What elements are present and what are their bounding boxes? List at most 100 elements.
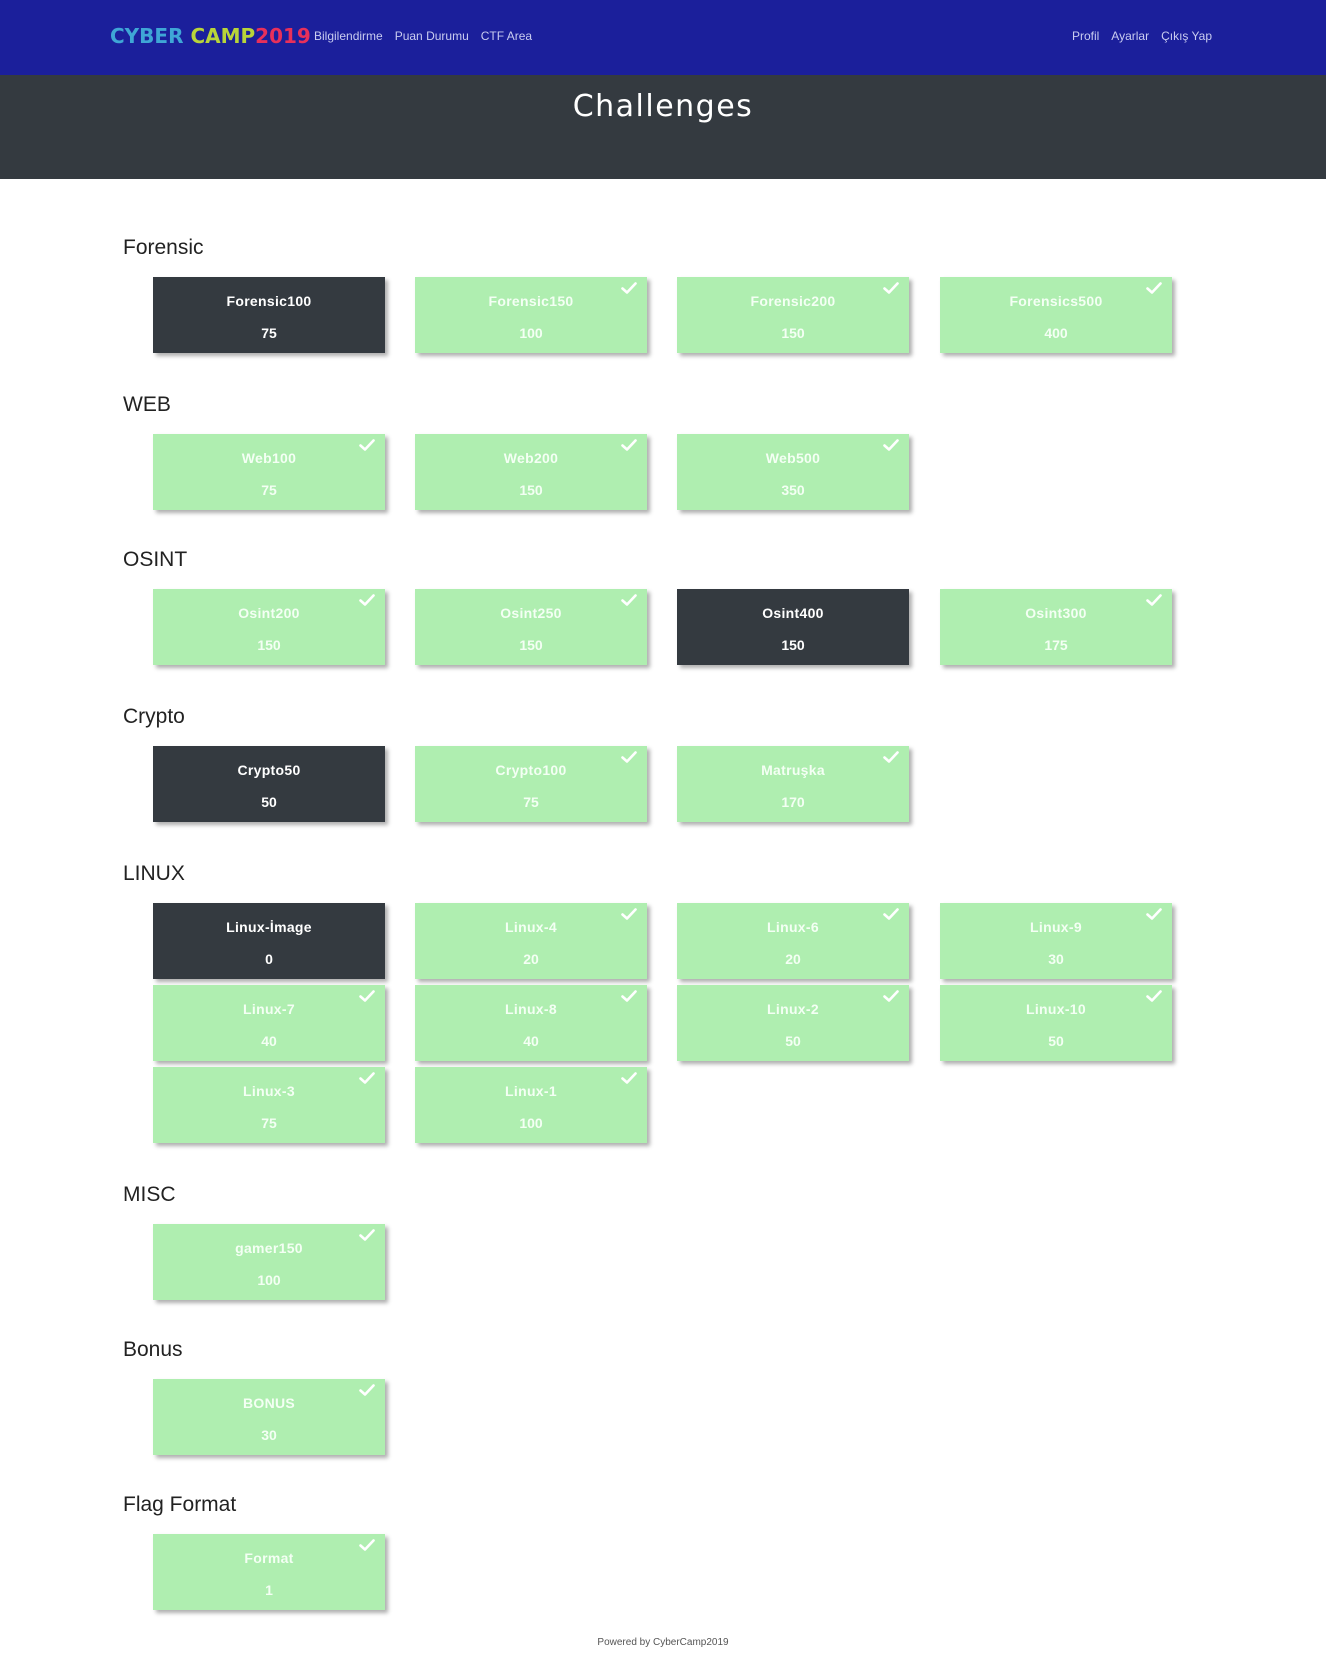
challenge-tile-linux-6[interactable]: Linux-6 20 <box>677 903 909 979</box>
challenge-name: Linux-3 <box>243 1083 295 1099</box>
check-icon <box>621 282 637 294</box>
check-icon <box>883 751 899 763</box>
challenge-tile-linux-8[interactable]: Linux-8 40 <box>415 985 647 1061</box>
check-icon <box>359 1229 375 1241</box>
challenge-name: Web100 <box>241 450 297 466</box>
challenge-name: gamer150 <box>235 1240 303 1256</box>
challenge-points: 150 <box>519 482 543 498</box>
challenge-points: 150 <box>781 325 805 341</box>
challenge-name: Osint200 <box>238 605 300 621</box>
category-title: Forensic <box>123 236 204 259</box>
nav-link-profil[interactable]: Profil <box>1072 29 1099 43</box>
challenge-points: 100 <box>257 1272 281 1288</box>
nav-link-bilgilendirme[interactable]: Bilgilendirme <box>314 29 383 43</box>
category-title: MISC <box>123 1183 176 1206</box>
challenge-points: 175 <box>1044 637 1068 653</box>
challenge-tile-matrus-ka[interactable]: Matruşka 170 <box>677 746 909 822</box>
challenge-points: 50 <box>1048 1033 1064 1049</box>
check-icon <box>621 908 637 920</box>
challenge-name: Linux-4 <box>505 919 557 935</box>
check-icon <box>359 990 375 1002</box>
challenge-tile-linux-2[interactable]: Linux-2 50 <box>677 985 909 1061</box>
nav-link-logout[interactable]: Çıkış Yap <box>1161 29 1212 43</box>
challenge-name: Forensics500 <box>1009 293 1103 309</box>
challenge-tile-bonus[interactable]: BONUS 30 <box>153 1379 385 1455</box>
challenge-tile-web100[interactable]: Web100 75 <box>153 434 385 510</box>
challenge-points: 100 <box>519 1115 543 1131</box>
category-title: Bonus <box>123 1338 183 1361</box>
challenge-tile-osint300[interactable]: Osint300 175 <box>940 589 1172 665</box>
nav-link-ayarlar[interactable]: Ayarlar <box>1111 29 1149 43</box>
nav-link-puan-durumu[interactable]: Puan Durumu <box>395 29 469 43</box>
check-icon <box>883 439 899 451</box>
challenge-points: 30 <box>261 1427 277 1443</box>
challenge-tile-crypto100[interactable]: Crypto100 75 <box>415 746 647 822</box>
challenge-name: Linux-9 <box>1030 919 1082 935</box>
challenge-tile-linux-4[interactable]: Linux-4 20 <box>415 903 647 979</box>
challenge-points: 100 <box>519 325 543 341</box>
challenge-points: 75 <box>261 325 277 341</box>
challenge-points: 20 <box>785 951 801 967</box>
challenge-name: Linux-8 <box>505 1001 557 1017</box>
nav-link-ctf-area[interactable]: CTF Area <box>481 29 532 43</box>
challenge-tile-osint200[interactable]: Osint200 150 <box>153 589 385 665</box>
challenge-name: Linux-2 <box>767 1001 819 1017</box>
nav-left: Bilgilendirme Puan Durumu CTF Area <box>314 29 532 43</box>
check-icon <box>359 1072 375 1084</box>
nav-right: Profil Ayarlar Çıkış Yap <box>1072 29 1212 43</box>
challenge-tile-forensics500[interactable]: Forensics500 400 <box>940 277 1172 353</box>
footer-text: Powered by CyberCamp2019 <box>597 1637 729 1648</box>
challenge-name: Osint400 <box>762 605 824 621</box>
challenge-points: 50 <box>261 794 277 810</box>
check-icon <box>621 751 637 763</box>
challenge-points: 350 <box>781 482 805 498</box>
challenge-name: Crypto50 <box>237 762 301 778</box>
category-title: WEB <box>123 393 171 416</box>
check-icon <box>621 439 637 451</box>
check-icon <box>359 1539 375 1551</box>
challenge-name: Format <box>244 1550 294 1566</box>
challenge-tile-forensic100[interactable]: Forensic100 75 <box>153 277 385 353</box>
challenge-name: Forensic200 <box>750 293 836 309</box>
challenge-name: Web200 <box>503 450 559 466</box>
check-icon <box>621 1072 637 1084</box>
challenge-tile-crypto50[interactable]: Crypto50 50 <box>153 746 385 822</box>
challenge-tile-linux-i-mage[interactable]: Linux-İmage 0 <box>153 903 385 979</box>
challenge-tile-gamer150[interactable]: gamer150 100 <box>153 1224 385 1300</box>
challenge-name: BONUS <box>242 1395 296 1411</box>
challenge-tile-linux-1[interactable]: Linux-1 100 <box>415 1067 647 1143</box>
challenge-name: Web500 <box>765 450 821 466</box>
challenge-points: 150 <box>781 637 805 653</box>
category-title: LINUX <box>123 862 185 885</box>
challenge-tile-linux-3[interactable]: Linux-3 75 <box>153 1067 385 1143</box>
challenge-tile-linux-9[interactable]: Linux-9 30 <box>940 903 1172 979</box>
challenge-tile-linux-10[interactable]: Linux-10 50 <box>940 985 1172 1061</box>
challenge-points: 30 <box>1048 951 1064 967</box>
challenge-name: Matruşka <box>761 762 825 778</box>
challenge-tile-osint400[interactable]: Osint400 150 <box>677 589 909 665</box>
challenge-tile-forensic200[interactable]: Forensic200 150 <box>677 277 909 353</box>
challenge-tile-web200[interactable]: Web200 150 <box>415 434 647 510</box>
check-icon <box>1146 908 1162 920</box>
check-icon <box>883 908 899 920</box>
challenge-tile-format[interactable]: Format 1 <box>153 1534 385 1610</box>
check-icon <box>359 1384 375 1396</box>
challenge-tile-forensic150[interactable]: Forensic150 100 <box>415 277 647 353</box>
challenge-tile-linux-7[interactable]: Linux-7 40 <box>153 985 385 1061</box>
challenge-points: 40 <box>261 1033 277 1049</box>
brand-logo[interactable]: CYBER CAMP2019 <box>110 24 311 48</box>
challenge-tile-web500[interactable]: Web500 350 <box>677 434 909 510</box>
category-title: Flag Format <box>123 1493 237 1516</box>
challenge-points: 150 <box>257 637 281 653</box>
check-icon <box>883 990 899 1002</box>
challenge-name: Linux-İmage <box>226 919 312 935</box>
challenge-name: Forensic100 <box>226 293 312 309</box>
challenge-name: Osint300 <box>1025 605 1087 621</box>
challenge-points: 170 <box>781 794 805 810</box>
challenge-tile-osint250[interactable]: Osint250 150 <box>415 589 647 665</box>
challenge-name: Crypto100 <box>495 762 567 778</box>
challenge-points: 0 <box>265 951 273 967</box>
check-icon <box>359 594 375 606</box>
challenge-points: 400 <box>1044 325 1068 341</box>
check-icon <box>621 990 637 1002</box>
